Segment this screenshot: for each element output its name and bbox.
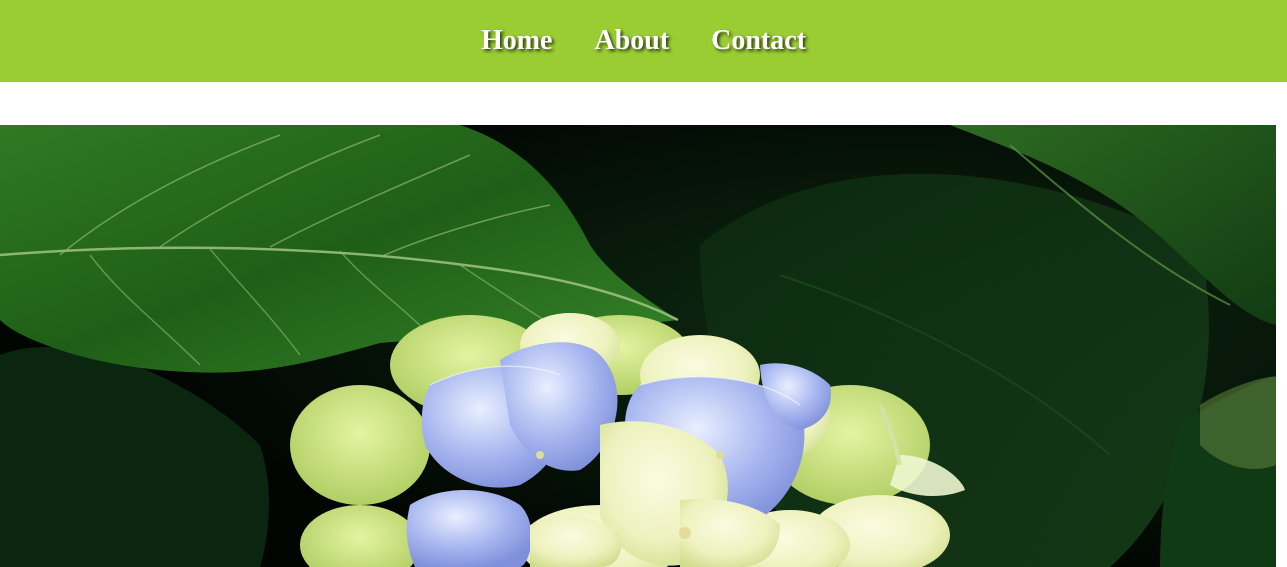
nav-link-about[interactable]: About bbox=[594, 25, 669, 56]
nav-item-about: About bbox=[594, 27, 669, 55]
top-navbar: Home About Contact bbox=[0, 0, 1287, 82]
nav-link-home[interactable]: Home bbox=[481, 25, 553, 56]
nav-item-contact: Contact bbox=[711, 27, 806, 55]
hero-image bbox=[0, 125, 1276, 567]
nav-item-home: Home bbox=[481, 27, 553, 55]
nav-link-contact[interactable]: Contact bbox=[711, 25, 806, 56]
nav-menu: Home About Contact bbox=[0, 0, 1287, 82]
hydrangea-photo bbox=[0, 125, 1276, 567]
